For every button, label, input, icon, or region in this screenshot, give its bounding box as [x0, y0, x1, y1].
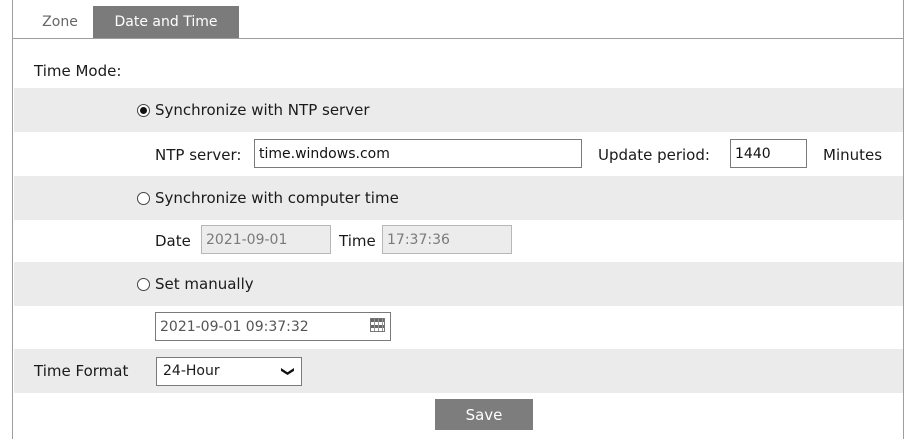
chevron-down-icon: ❯ — [280, 366, 296, 377]
time-mode-label: Time Mode: — [34, 62, 122, 80]
manual-option-row: Set manually — [14, 262, 903, 306]
ntp-server-row: NTP server: Update period: Minutes — [14, 133, 903, 177]
datetime-picker[interactable] — [155, 312, 391, 341]
manual-radio-label[interactable]: Set manually — [155, 274, 254, 294]
time-label: Time — [339, 232, 376, 250]
ntp-radio[interactable] — [137, 104, 150, 117]
time-format-select[interactable]: 24-Hour ❯ — [156, 357, 302, 386]
save-button[interactable]: Save — [435, 399, 533, 430]
computer-time-row: Date Time — [14, 219, 903, 263]
ntp-radio-label[interactable]: Synchronize with NTP server — [155, 100, 370, 120]
manual-radio[interactable] — [137, 278, 150, 291]
time-format-value: 24-Hour — [163, 363, 220, 379]
calendar-icon[interactable] — [370, 318, 385, 332]
time-field — [382, 225, 512, 254]
tab-zone[interactable]: Zone — [27, 6, 93, 38]
settings-panel: Zone Date and Time Time Mode: Synchroniz… — [12, 0, 904, 439]
tab-bar: Zone Date and Time — [13, 6, 903, 39]
date-label: Date — [155, 232, 191, 250]
manual-datetime-row — [14, 305, 903, 349]
update-period-input[interactable] — [730, 139, 807, 168]
time-mode-row: Time Mode: — [14, 47, 903, 91]
computer-time-radio-label[interactable]: Synchronize with computer time — [155, 188, 399, 208]
tab-date-and-time[interactable]: Date and Time — [93, 6, 239, 38]
computer-time-option-row: Synchronize with computer time — [14, 176, 903, 220]
date-field — [201, 225, 331, 254]
ntp-server-input[interactable] — [254, 139, 582, 168]
time-format-label: Time Format — [34, 362, 129, 380]
time-format-row: Time Format 24-Hour ❯ — [14, 349, 903, 393]
update-period-label: Update period: — [598, 146, 710, 164]
ntp-option-row: Synchronize with NTP server — [14, 88, 903, 132]
minutes-unit: Minutes — [823, 146, 883, 164]
datetime-input[interactable] — [155, 312, 391, 341]
computer-time-radio[interactable] — [137, 192, 150, 205]
ntp-server-label: NTP server: — [155, 146, 242, 164]
save-row: Save — [14, 395, 903, 439]
